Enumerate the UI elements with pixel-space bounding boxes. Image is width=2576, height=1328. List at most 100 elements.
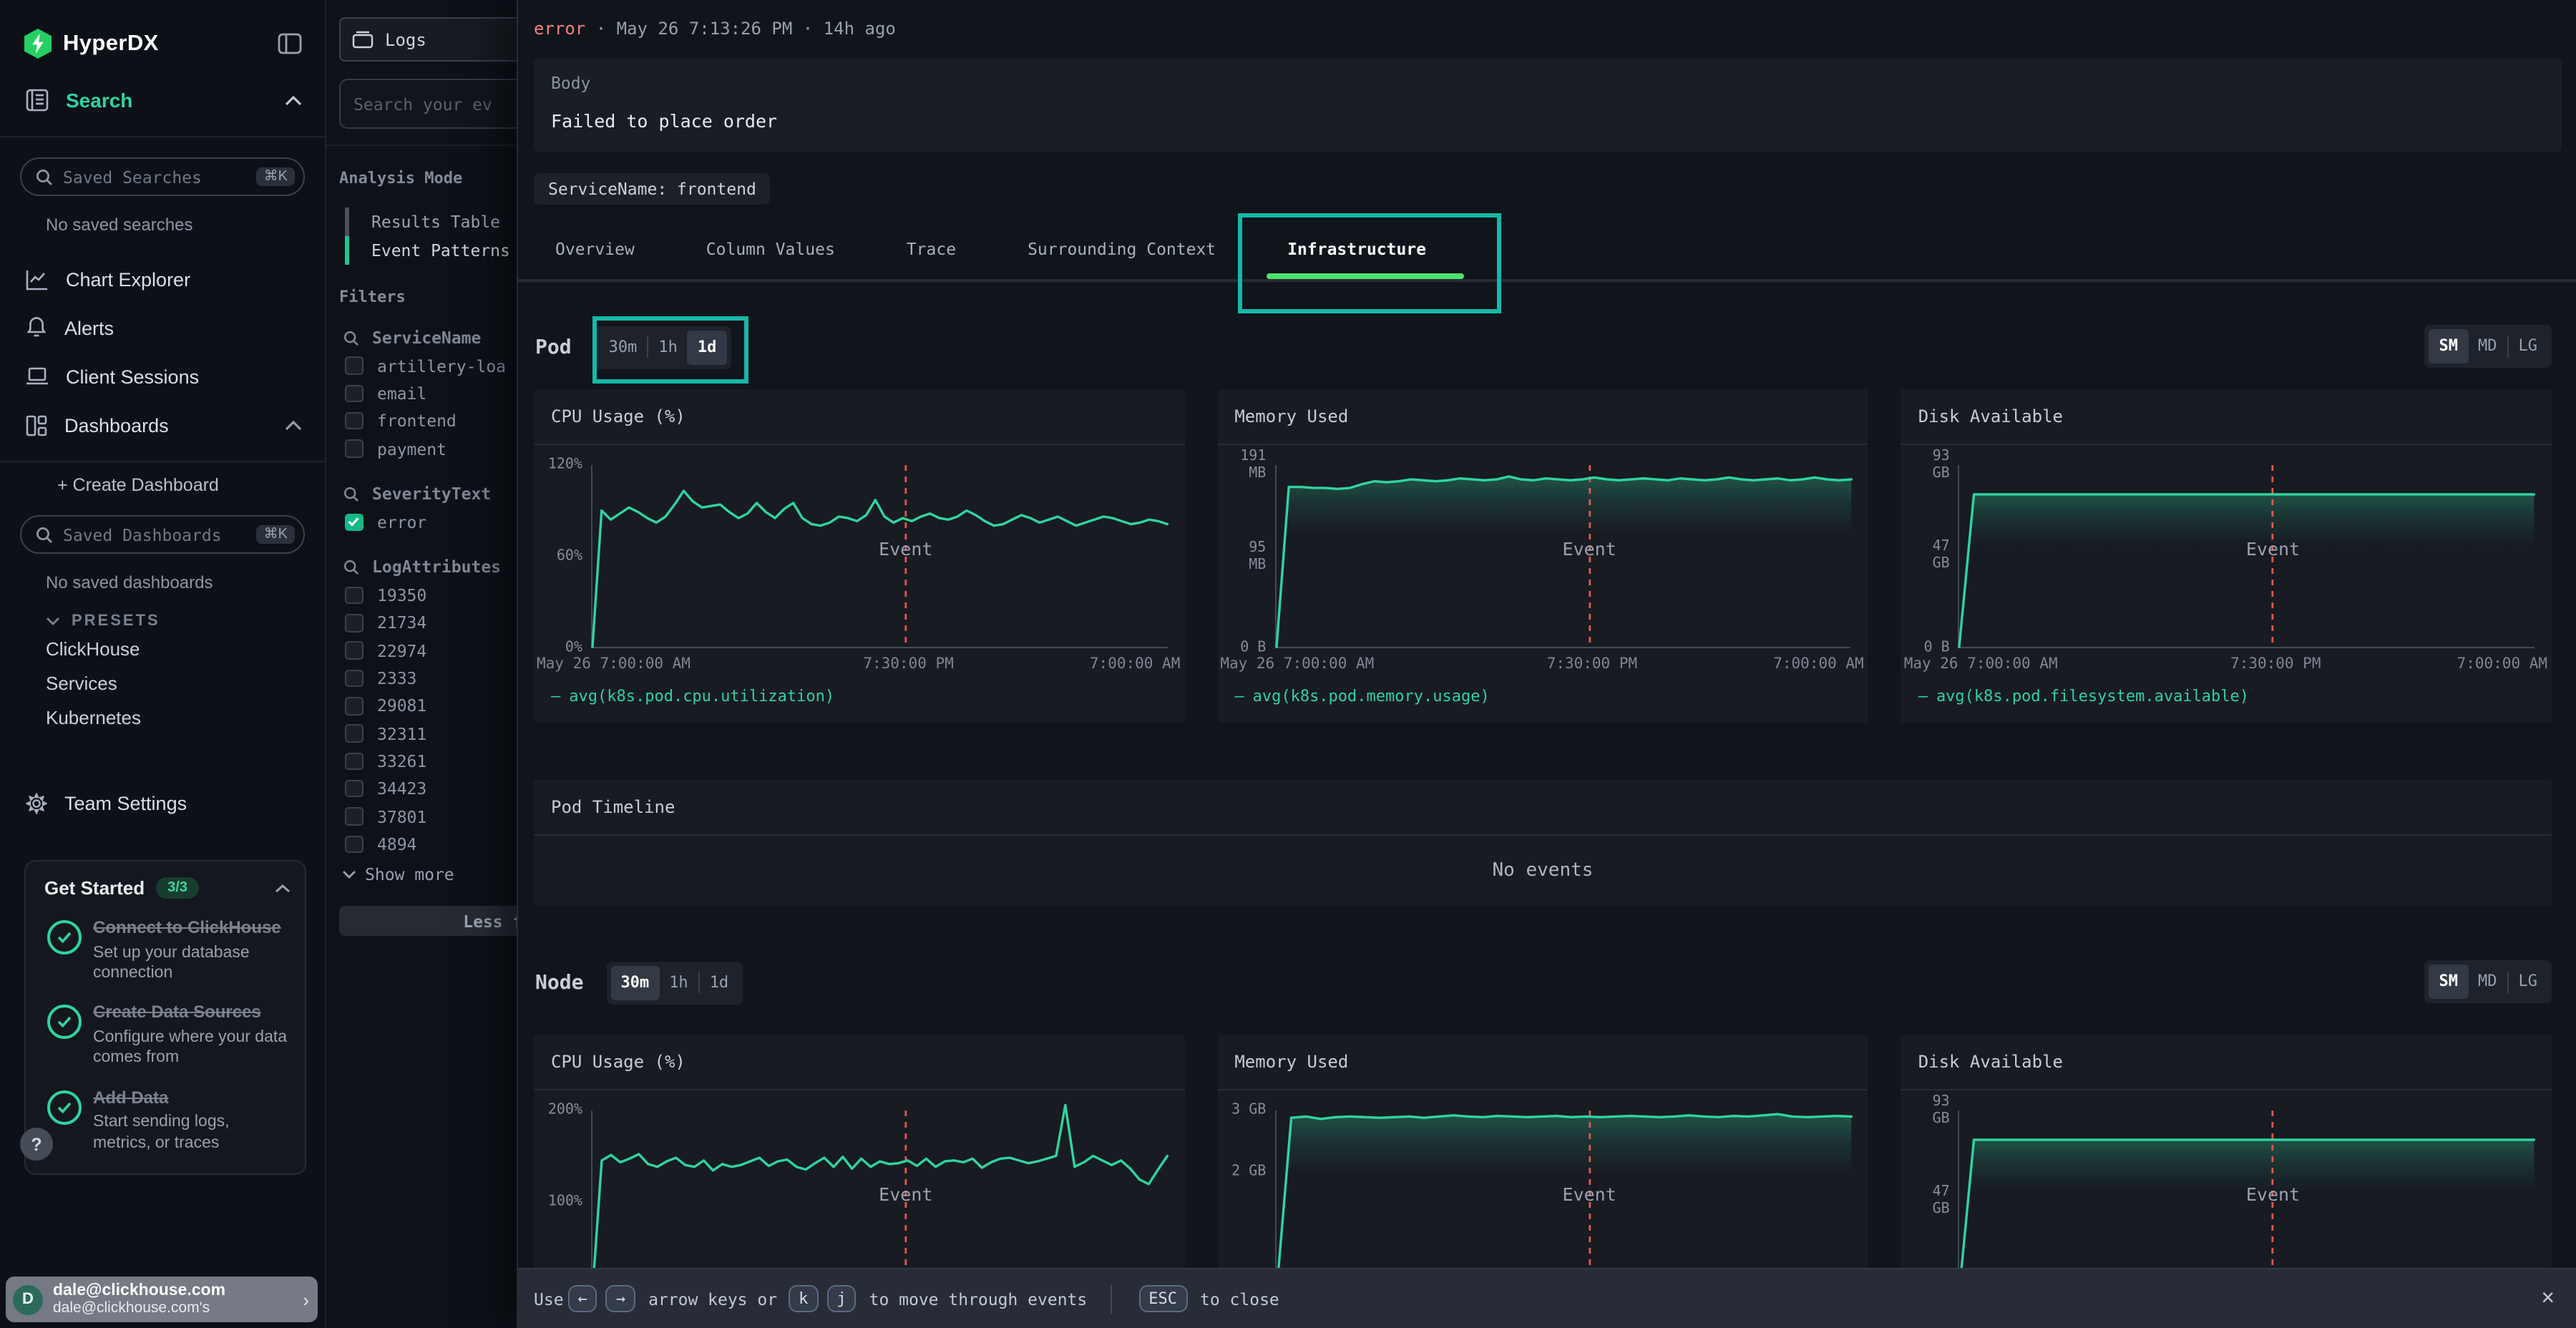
show-more-toggle[interactable]: Show more xyxy=(342,861,517,889)
node-size-sm[interactable]: SM xyxy=(2429,965,2469,999)
chart-legend[interactable]: —avg(k8s.pod.filesystem.available) xyxy=(1901,687,2552,706)
tab-column-values[interactable]: Column Values xyxy=(706,238,835,258)
analysis-mode-option-event-patterns[interactable]: Event Patterns xyxy=(345,236,517,265)
checkbox[interactable] xyxy=(345,835,363,853)
y-tick-label: 200% xyxy=(545,1103,582,1119)
checkbox[interactable] xyxy=(345,587,363,605)
pod-timeline-title: Pod Timeline xyxy=(534,780,2552,836)
sidebar-item-client-sessions[interactable]: Client Sessions xyxy=(0,352,325,401)
checkbox[interactable] xyxy=(345,752,363,770)
node-range-1d[interactable]: 1d xyxy=(700,965,739,1000)
node-size-lg[interactable]: LG xyxy=(2509,965,2548,999)
filter-value-row[interactable]: 33261 xyxy=(345,748,517,776)
filter-value-row[interactable]: error xyxy=(345,508,517,536)
checkbox[interactable] xyxy=(345,808,363,826)
filter-value-row[interactable]: 21734 xyxy=(345,610,517,638)
checkbox[interactable] xyxy=(345,697,363,715)
node-range-1h[interactable]: 1h xyxy=(659,965,698,1000)
sidebar-item-alerts[interactable]: Alerts xyxy=(0,303,325,352)
chart-plot-area[interactable]: Event xyxy=(1958,1110,2534,1294)
chart-plot-area[interactable]: Event xyxy=(591,465,1167,648)
chart-plot-area[interactable]: Event xyxy=(1274,465,1850,648)
event-search-input[interactable]: Search your ev xyxy=(339,79,517,129)
less-filters-button[interactable]: Less fil xyxy=(339,907,517,937)
filter-value-row[interactable]: email xyxy=(345,380,517,408)
account-menu[interactable]: D dale@clickhouse.com dale@clickhouse.co… xyxy=(6,1276,318,1322)
presets-header[interactable]: PRESETS xyxy=(46,612,325,630)
arrow-left-key[interactable]: ← xyxy=(568,1285,597,1312)
chart-legend[interactable]: —avg(k8s.pod.memory.usage) xyxy=(1217,687,1868,706)
service-name-chip[interactable]: ServiceName: frontend xyxy=(534,173,771,205)
sidebar-item-team-settings[interactable]: Team Settings xyxy=(0,778,325,827)
saved-searches-input[interactable]: Saved Searches ⌘K xyxy=(20,157,305,196)
pod-size-toggle[interactable]: SMMDLG xyxy=(2425,325,2552,368)
checkbox[interactable] xyxy=(345,384,363,402)
tab-overview[interactable]: Overview xyxy=(555,238,635,258)
filter-value-row[interactable]: 2333 xyxy=(345,665,517,693)
event-header: error · May 26 7:13:26 PM · 14h ago xyxy=(534,19,896,39)
checkbox[interactable] xyxy=(345,412,363,430)
filter-value-row[interactable]: 4894 xyxy=(345,830,517,858)
checkbox[interactable] xyxy=(345,725,363,743)
node-range-30m[interactable]: 30m xyxy=(610,965,659,1000)
chart-legend[interactable]: —avg(k8s.pod.cpu.utilization) xyxy=(534,687,1184,706)
checkbox[interactable] xyxy=(345,642,363,660)
filter-value-row[interactable]: 34423 xyxy=(345,775,517,803)
get-started-item[interactable]: Add DataStart sending logs, metrics, or … xyxy=(44,1087,291,1153)
chevron-up-icon[interactable] xyxy=(285,420,302,430)
j-key[interactable]: j xyxy=(826,1285,856,1312)
filter-value-row[interactable]: 29081 xyxy=(345,692,517,720)
sidebar-item-search[interactable]: Search xyxy=(0,76,325,125)
saved-dashboards-input[interactable]: Saved Dashboards ⌘K xyxy=(20,515,305,554)
x-axis: May 26 7:00:00 AM7:30:00 PM7:00:00 AM xyxy=(1901,655,2552,677)
checkbox[interactable] xyxy=(345,440,363,458)
source-select-button[interactable]: Logs xyxy=(339,17,517,62)
checkbox[interactable] xyxy=(345,614,363,632)
filter-value-row[interactable]: 19350 xyxy=(345,582,517,610)
tab-surrounding-context[interactable]: Surrounding Context xyxy=(1028,238,1216,258)
analysis-mode-option-results-table[interactable]: Results Table xyxy=(345,208,517,236)
arrow-right-key[interactable]: → xyxy=(606,1285,635,1312)
chart-plot-area[interactable]: Event xyxy=(1958,465,2534,648)
collapse-sidebar-icon[interactable] xyxy=(278,33,302,54)
preset-item-kubernetes[interactable]: Kubernetes xyxy=(46,701,325,736)
filter-value-row[interactable]: artillery-loa xyxy=(345,352,517,380)
pod-size-md[interactable]: MD xyxy=(2468,329,2507,363)
tab-trace[interactable]: Trace xyxy=(907,238,956,258)
chevron-down-icon xyxy=(342,871,356,879)
checkbox[interactable] xyxy=(345,780,363,798)
pod-size-sm[interactable]: SM xyxy=(2429,329,2469,363)
filter-value-label: 19350 xyxy=(377,585,426,605)
brand-row: HyperDX xyxy=(0,0,325,59)
node-size-md[interactable]: MD xyxy=(2468,965,2507,999)
help-button[interactable]: ? xyxy=(20,1128,53,1161)
filter-value-row[interactable]: payment xyxy=(345,435,517,463)
chevron-up-icon[interactable] xyxy=(275,884,291,892)
get-started-item[interactable]: Connect to ClickHouseSet up your databas… xyxy=(44,917,291,984)
node-size-toggle[interactable]: SMMDLG xyxy=(2425,960,2552,1003)
filter-value-row[interactable]: 32311 xyxy=(345,720,517,748)
checkbox[interactable] xyxy=(345,357,363,375)
node-range-toggle[interactable]: 30m1h1d xyxy=(606,961,743,1004)
checkbox[interactable] xyxy=(345,670,363,688)
create-dashboard-button[interactable]: + Create Dashboard xyxy=(0,462,325,495)
checkbox-checked[interactable] xyxy=(345,513,363,531)
esc-key[interactable]: ESC xyxy=(1138,1285,1187,1312)
get-started-item[interactable]: Create Data SourcesConfigure where your … xyxy=(44,1002,291,1069)
filter-value-row[interactable]: frontend xyxy=(345,407,517,435)
sidebar-item-dashboards[interactable]: Dashboards xyxy=(0,401,325,449)
pod-size-lg[interactable]: LG xyxy=(2509,329,2548,363)
k-key[interactable]: k xyxy=(789,1285,818,1312)
filter-value-row[interactable]: 22974 xyxy=(345,637,517,665)
search-icon xyxy=(36,526,53,543)
preset-item-clickhouse[interactable]: ClickHouse xyxy=(46,633,325,667)
chart-plot-area[interactable]: Event xyxy=(1274,1110,1850,1294)
sidebar-item-chart-explorer[interactable]: Chart Explorer xyxy=(0,255,325,303)
dashboards-grid-icon xyxy=(26,414,47,436)
chart-plot-area[interactable]: Event xyxy=(591,1110,1167,1294)
bell-icon xyxy=(26,316,47,339)
close-icon[interactable]: × xyxy=(2541,1286,2555,1312)
filter-value-row[interactable]: 37801 xyxy=(345,803,517,831)
chevron-up-icon[interactable] xyxy=(285,95,302,105)
preset-item-services[interactable]: Services xyxy=(46,667,325,701)
